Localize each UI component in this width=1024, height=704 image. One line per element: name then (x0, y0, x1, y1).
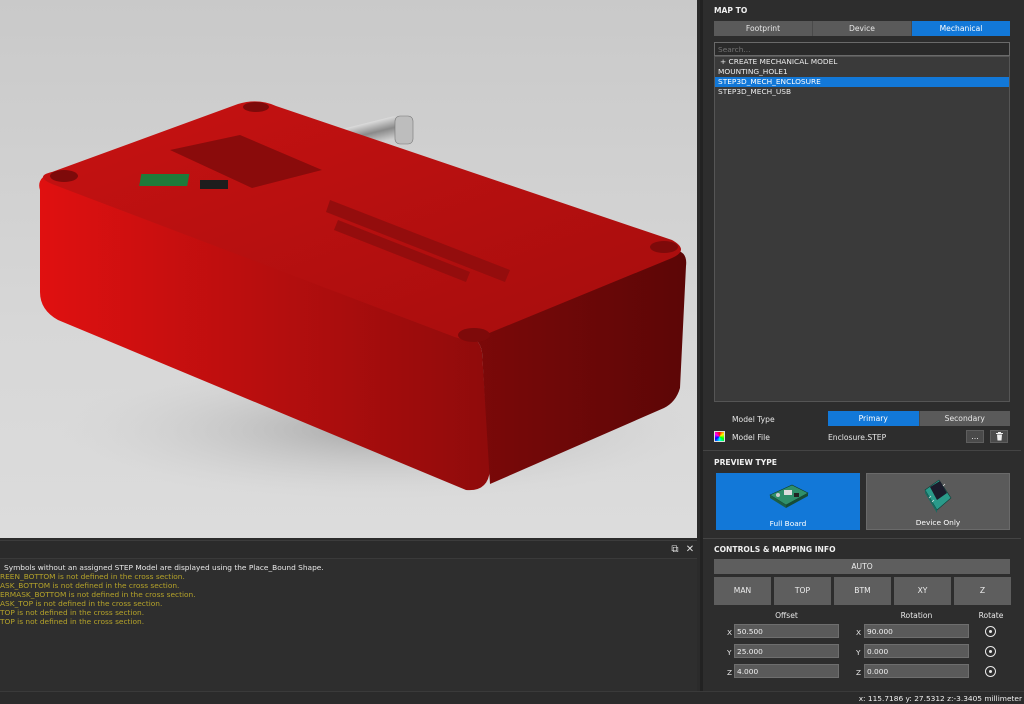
create-mechanical-model-item[interactable]: + CREATE MECHANICAL MODEL (715, 57, 1009, 67)
console-line: ASK_BOTTOM is not defined in the cross s… (0, 581, 180, 590)
offset-x-axis: X (727, 628, 733, 637)
rotation-z-axis: Z (856, 668, 862, 677)
color-wheel-icon (714, 431, 725, 442)
list-item[interactable]: STEP3D_MECH_ENCLOSURE (715, 77, 1009, 87)
model-type-label: Model Type (732, 415, 775, 424)
rotate-header: Rotate (978, 611, 1004, 620)
model-file-value: Enclosure.STEP (828, 433, 887, 442)
3d-viewport[interactable] (0, 0, 697, 538)
man-button[interactable]: MAN (714, 577, 771, 605)
btm-button[interactable]: BTM (834, 577, 891, 605)
list-item[interactable]: MOUNTING_HOLE1 (715, 67, 1009, 77)
console-line: TOP is not defined in the cross section. (0, 608, 145, 617)
top-button[interactable]: TOP (774, 577, 831, 605)
preview-device-only[interactable]: Device Only (866, 473, 1010, 530)
rotation-z-field[interactable] (864, 664, 969, 678)
divider (703, 450, 1021, 451)
auto-button[interactable]: AUTO (714, 559, 1010, 574)
restore-icon[interactable]: ⧉ (669, 544, 681, 556)
offset-z-axis: Z (727, 668, 733, 677)
map-to-tabs: Footprint Device Mechanical (714, 21, 1010, 36)
rotation-x-field[interactable] (864, 624, 969, 638)
rotation-header: Rotation (900, 611, 933, 620)
console-line: TOP is not defined in the cross section. (0, 617, 145, 626)
device-chip-icon (924, 479, 952, 513)
map-to-title: MAP TO (714, 6, 748, 15)
tab-mechanical[interactable]: Mechanical (912, 21, 1010, 36)
offset-header: Offset (775, 611, 798, 620)
offset-z-field[interactable] (734, 664, 839, 678)
console-header: ⧉ ✕ (0, 541, 697, 559)
console-panel: ⧉ ✕ Symbols without an assigned STEP Mod… (0, 540, 697, 691)
search-input[interactable] (714, 42, 1010, 56)
model-type-toggle: Primary Secondary (828, 411, 1010, 426)
divider (703, 538, 1021, 539)
preview-full-board[interactable]: Full Board (716, 473, 860, 530)
close-icon[interactable]: ✕ (684, 544, 696, 556)
preview-type-title: PREVIEW TYPE (714, 458, 777, 467)
rotation-x-axis: X (856, 628, 862, 637)
model-type-secondary[interactable]: Secondary (920, 411, 1011, 426)
rotate-z-icon[interactable] (985, 666, 996, 677)
offset-y-axis: Y (727, 648, 732, 657)
console-line: REEN_BOTTOM is not defined in the cross … (0, 572, 185, 581)
trash-icon (995, 432, 1003, 441)
rotate-x-icon[interactable] (985, 626, 996, 637)
model-type-primary[interactable]: Primary (828, 411, 920, 426)
enclosure-3d-model[interactable] (0, 0, 697, 538)
cursor-coordinates: x: 115.7186 y: 27.5312 z:-3.3405 millime… (858, 694, 1022, 703)
status-bar: x: 115.7186 y: 27.5312 z:-3.3405 millime… (0, 691, 1024, 704)
full-board-icon (769, 484, 809, 508)
console-line: ASK_TOP is not defined in the cross sect… (0, 599, 163, 608)
tab-device[interactable]: Device (813, 21, 912, 36)
rotate-y-icon[interactable] (985, 646, 996, 657)
z-button[interactable]: Z (954, 577, 1011, 605)
console-line: ERMASK_BOTTOM is not defined in the cros… (0, 590, 196, 599)
browse-button[interactable]: ... (966, 430, 984, 443)
preview-device-only-label: Device Only (915, 518, 961, 527)
console-log: Symbols without an assigned STEP Model a… (0, 559, 697, 626)
list-item[interactable]: STEP3D_MECH_USB (715, 87, 1009, 97)
offset-y-field[interactable] (734, 644, 839, 658)
mechanical-model-list: + CREATE MECHANICAL MODEL MOUNTING_HOLE1 S… (714, 56, 1010, 402)
rotation-y-field[interactable] (864, 644, 969, 658)
controls-title: CONTROLS & MAPPING INFO (714, 545, 836, 554)
delete-button[interactable] (990, 430, 1008, 443)
console-line: Symbols without an assigned STEP Model a… (4, 563, 324, 572)
offset-x-field[interactable] (734, 624, 839, 638)
preview-full-board-label: Full Board (769, 519, 807, 528)
xy-button[interactable]: XY (894, 577, 951, 605)
rotation-y-axis: Y (856, 648, 861, 657)
tab-footprint[interactable]: Footprint (714, 21, 813, 36)
model-file-label: Model File (732, 433, 770, 442)
